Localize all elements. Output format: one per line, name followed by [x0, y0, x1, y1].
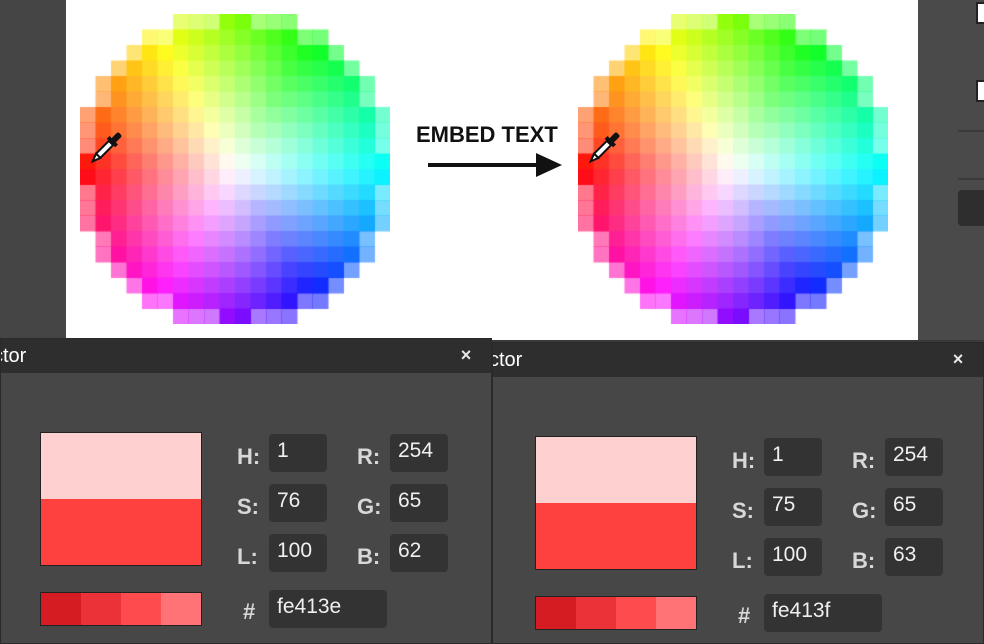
side-tab[interactable]	[958, 190, 984, 226]
hue-input[interactable]: 1	[269, 434, 327, 472]
hex-input[interactable]: fe413f	[764, 594, 882, 632]
h-label: H:	[237, 444, 261, 469]
eyedropper-icon	[90, 132, 122, 164]
color-palette	[40, 592, 202, 626]
current-color	[41, 499, 201, 565]
b-label: B:	[852, 548, 876, 573]
current-color	[536, 503, 696, 569]
red-input[interactable]: 254	[885, 438, 943, 476]
original-color	[41, 433, 201, 499]
lightness-input[interactable]: 100	[269, 534, 327, 572]
saturation-input[interactable]: 76	[269, 484, 327, 522]
r-label: R:	[852, 448, 876, 473]
palette-swatch[interactable]	[121, 593, 161, 625]
panel-title: ctor	[1, 345, 27, 367]
panel-header: ctor ×	[1, 339, 491, 373]
embed-text-label: EMBED TEXT	[416, 122, 558, 147]
color-swatch	[40, 432, 202, 566]
color-selector-panel-left: ctor × H: S: L: 1 76 100 R: G: B: 254 65…	[0, 338, 492, 644]
color-palette	[535, 596, 697, 630]
canvas: EMBED TEXT	[66, 0, 918, 340]
checkbox[interactable]	[976, 80, 984, 102]
side-panel-strip	[918, 0, 984, 340]
blue-input[interactable]: 63	[885, 538, 943, 576]
palette-swatch[interactable]	[616, 597, 656, 629]
close-icon[interactable]: ×	[457, 346, 475, 364]
g-label: G:	[357, 494, 382, 519]
l-label: L:	[237, 544, 258, 569]
eyedropper-icon	[588, 132, 620, 164]
green-input[interactable]: 65	[390, 484, 448, 522]
r-label: R:	[357, 444, 381, 469]
h-label: H:	[732, 448, 756, 473]
panel-header: ctor ×	[493, 343, 983, 377]
image-preview-area: EMBED TEXT	[0, 0, 984, 340]
color-selector-panel-right: ctor × H: S: L: 1 75 100 R: G: B: 254 65…	[492, 342, 984, 644]
green-input[interactable]: 65	[885, 488, 943, 526]
divider	[958, 178, 984, 180]
palette-swatch[interactable]	[536, 597, 576, 629]
panel-title: ctor	[493, 349, 523, 371]
lightness-input[interactable]: 100	[764, 538, 822, 576]
palette-swatch[interactable]	[41, 593, 81, 625]
blue-input[interactable]: 62	[390, 534, 448, 572]
g-label: G:	[852, 498, 877, 523]
palette-swatch[interactable]	[81, 593, 121, 625]
l-label: L:	[732, 548, 753, 573]
b-label: B:	[357, 544, 381, 569]
hue-input[interactable]: 1	[764, 438, 822, 476]
s-label: S:	[237, 494, 259, 519]
hex-input[interactable]: fe413e	[269, 590, 387, 628]
arrow-right-icon	[428, 153, 562, 177]
palette-swatch[interactable]	[161, 593, 201, 625]
palette-swatch[interactable]	[576, 597, 616, 629]
hex-label: #	[243, 599, 256, 624]
color-swatch	[535, 436, 697, 570]
checkbox[interactable]	[976, 2, 984, 24]
divider	[958, 130, 984, 132]
close-icon[interactable]: ×	[949, 350, 967, 368]
palette-swatch[interactable]	[656, 597, 696, 629]
saturation-input[interactable]: 75	[764, 488, 822, 526]
red-input[interactable]: 254	[390, 434, 448, 472]
original-color	[536, 437, 696, 503]
s-label: S:	[732, 498, 754, 523]
hex-label: #	[738, 603, 751, 628]
